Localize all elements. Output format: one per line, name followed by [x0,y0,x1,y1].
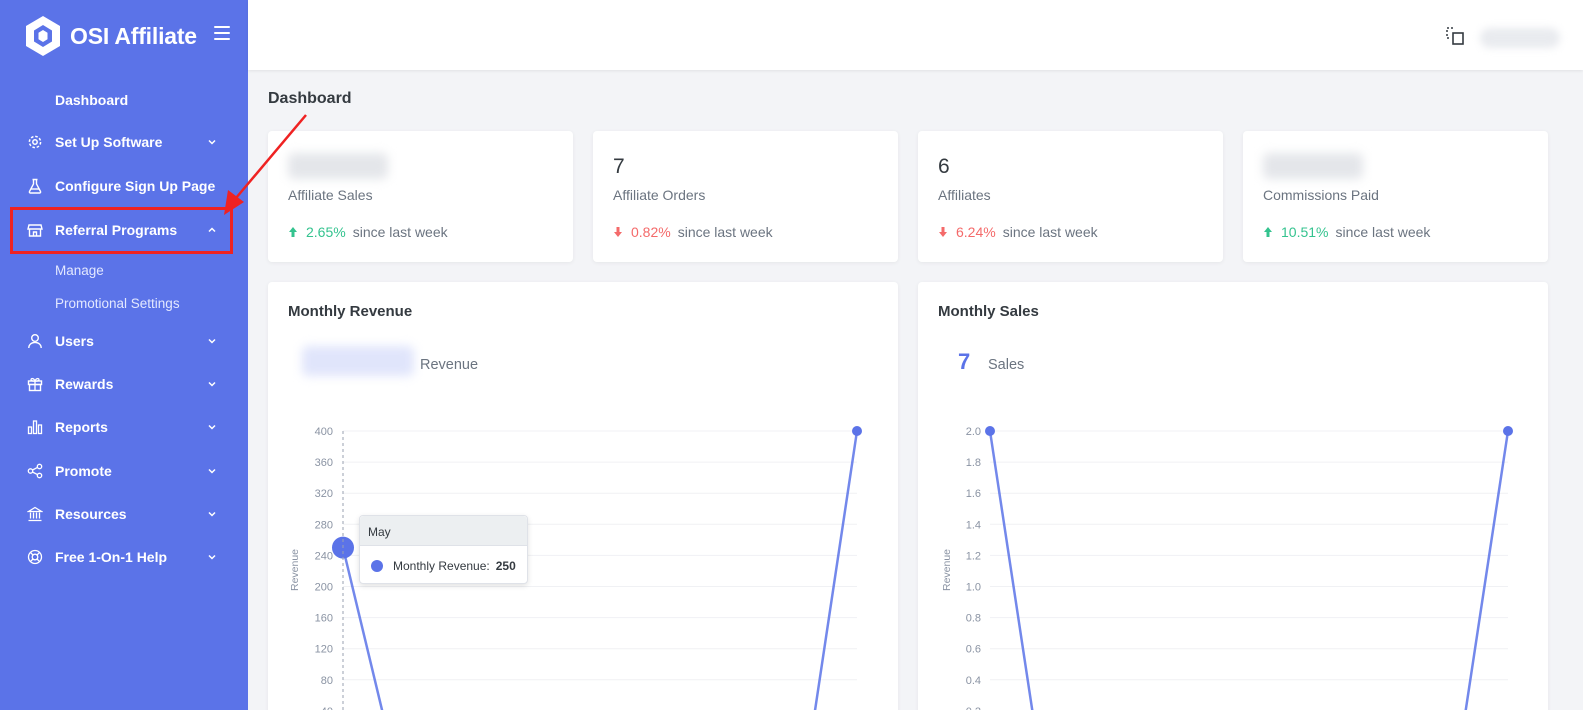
y-tick-label: 120 [315,644,333,656]
y-tick-label: 0.4 [966,675,981,687]
y-tick-label: 320 [315,488,333,500]
y-tick-label: 1.4 [966,519,981,531]
y-tick-label: 360 [315,457,333,469]
series-line-segment [813,430,859,710]
y-tick-label: 400 [315,426,333,438]
tooltip-value: 250 [495,559,516,573]
annotation-arrow [224,114,307,215]
data-point [985,426,995,436]
y-tick-label: 80 [321,675,333,687]
tooltip-header: May [360,516,527,546]
y-tick-label: 1.6 [966,488,981,500]
y-tick-label: 1.0 [966,582,981,594]
series-dot-icon [371,560,383,572]
series-line-segment [988,430,1034,710]
y-tick-label: 200 [315,582,333,594]
y-tick-label: 240 [315,550,333,562]
data-point [1503,426,1513,436]
y-tick-label: 40 [321,706,333,710]
tooltip-row: Monthly Revenue: 250 [371,559,516,573]
y-tick-label: 1.8 [966,457,981,469]
y-tick-label: 0.8 [966,613,981,625]
chart-tooltip: May Monthly Revenue: 250 [359,515,528,584]
y-tick-label: 280 [315,519,333,531]
data-point [852,426,862,436]
y-tick-label: 0.6 [966,644,981,656]
y-tick-label: 2.0 [966,426,981,438]
tooltip-label: Monthly Revenue: [393,559,490,573]
y-tick-label: 0.2 [966,706,981,710]
series-line-segment [1464,430,1510,710]
y-tick-label: 160 [315,613,333,625]
y-axis-label: Revenue [289,549,301,591]
y-tick-label: 1.2 [966,550,981,562]
y-axis-label: Revenue [941,549,953,591]
